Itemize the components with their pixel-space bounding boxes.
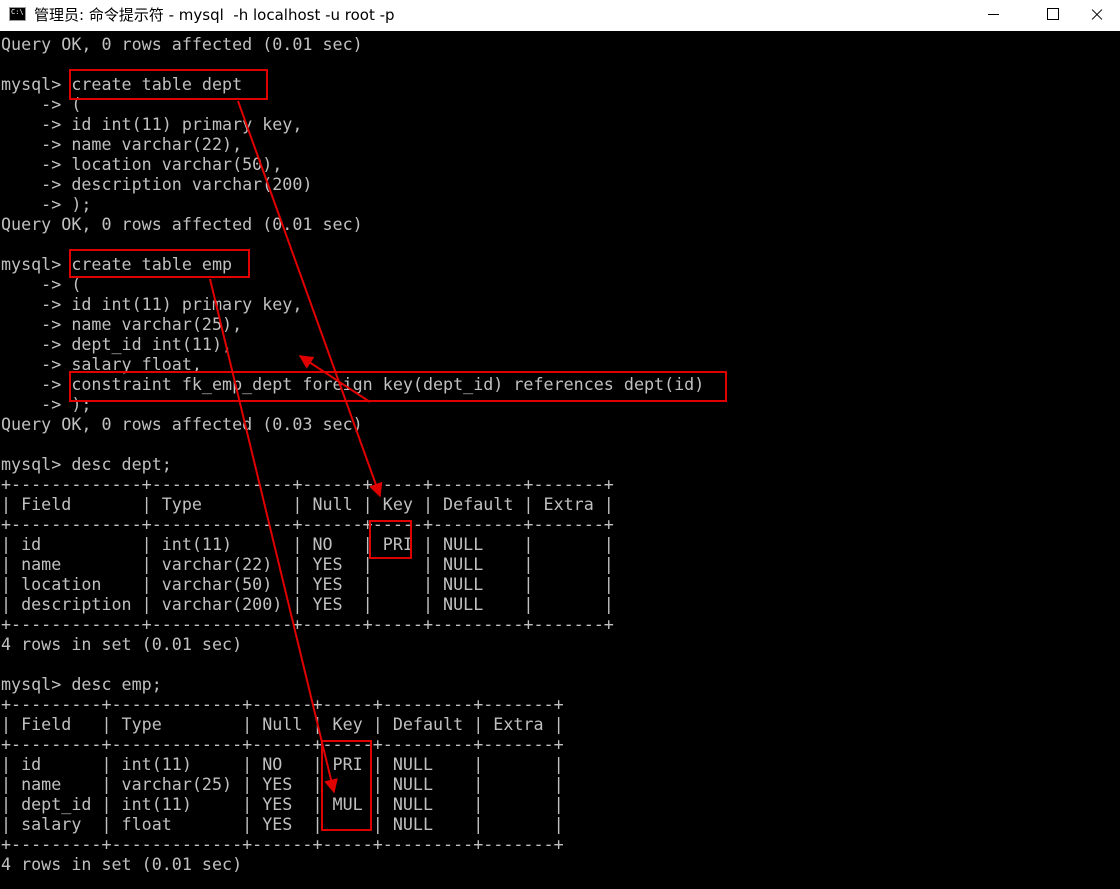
console-window: C:\ 管理员: 命令提示符 - mysql -h localhost -u r… [0, 0, 1120, 889]
annotation-arrows [209, 100, 383, 794]
arrow-dept-to-pri [237, 100, 383, 498]
arrow-create-emp-to-mul [209, 278, 338, 794]
arrow-constraint-to-arrow [298, 355, 371, 403]
